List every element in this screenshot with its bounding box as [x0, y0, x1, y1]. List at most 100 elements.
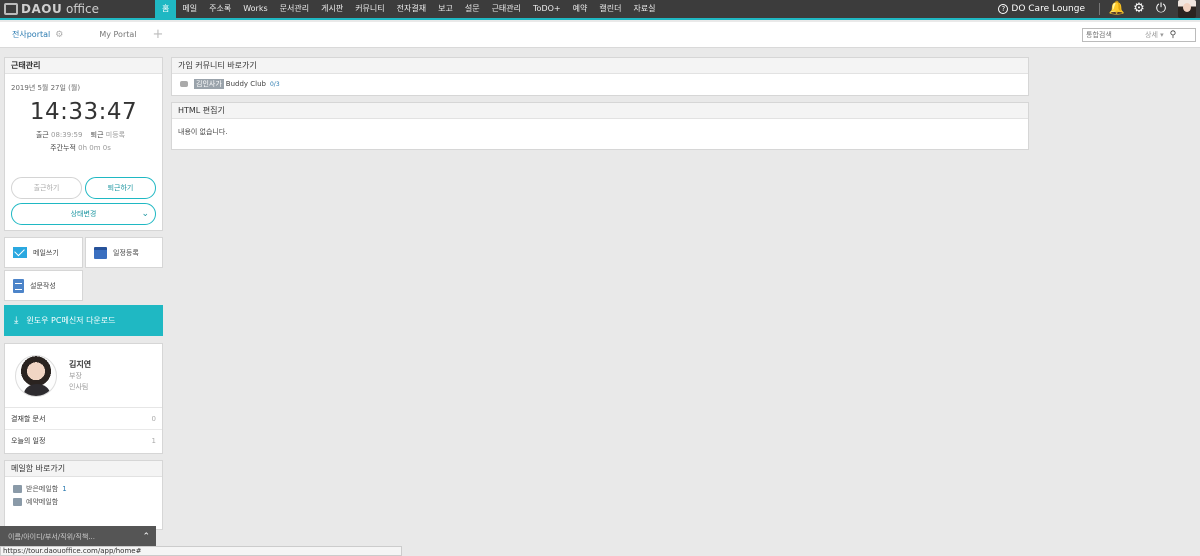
portal-tab-bar: 전사portal ⚙ My Portal + 상세 ▾ ⚲ [0, 22, 1200, 48]
inbox-count: 1 [62, 484, 67, 493]
checkout-value: 미등록 [105, 131, 126, 139]
tab-my-portal-label: My Portal [99, 30, 137, 39]
weekly-label: 주간누적 [50, 144, 76, 152]
checkin-value: 08:39:59 [50, 131, 83, 139]
write-survey-button[interactable]: 설문작성 [4, 270, 83, 301]
write-mail-label: 메일쓰기 [33, 248, 59, 257]
menu-item-todo[interactable]: ToDO+ [527, 0, 567, 19]
menu-item-mail[interactable]: 메일 [176, 0, 203, 19]
profile-panel: 김지연 부장 인사팀 결재할 문서 0 오늘의 일정 1 [4, 343, 163, 454]
search-input[interactable] [1083, 30, 1145, 39]
write-survey-label: 설문작성 [30, 281, 56, 290]
messenger-search-bar[interactable]: 이름/아이디/부서/직위/직책... ⌃ [0, 526, 156, 548]
menu-item-approval[interactable]: 전자결재 [391, 0, 432, 19]
notification-bell-icon[interactable]: 🔔 [1106, 0, 1128, 19]
checkin-button[interactable]: 출근하기 [11, 177, 82, 199]
community-count: 0/3 [269, 80, 280, 88]
add-tab-plus-icon[interactable]: + [153, 27, 164, 42]
browser-status-url: https://tour.daouoffice.com/app/home# [0, 546, 402, 556]
pending-approval-row[interactable]: 결재할 문서 0 [5, 408, 162, 430]
weekly-value: 0h 0m 0s [78, 144, 111, 152]
scheduled-mail-icon [13, 497, 22, 506]
integrated-search: 상세 ▾ ⚲ [1082, 27, 1196, 42]
menu-item-board[interactable]: 게시판 [315, 0, 349, 19]
mailbox-inbox[interactable]: 받은메일함 1 [5, 482, 162, 495]
care-lounge-label: DO Care Lounge [1011, 4, 1085, 14]
search-detail-toggle[interactable]: 상세 ▾ [1145, 30, 1164, 40]
calendar-icon [94, 246, 107, 259]
html-editor-empty: 내용이 없습니다. [178, 128, 228, 136]
mail-icon [13, 247, 27, 258]
status-change-button[interactable]: 상태변경 ⌄ [11, 203, 156, 225]
mailbox-title: 메일함 바로가기 [5, 461, 162, 477]
logo[interactable]: DAOU office [0, 2, 155, 16]
scheduled-mail-label: 예약메일함 [26, 497, 59, 506]
checkin-checkout-summary: 출근 08:39:59 퇴근 미등록 [5, 130, 162, 140]
community-name: Buddy Club [225, 80, 266, 88]
care-lounge-link[interactable]: ? DO Care Lounge [998, 4, 1085, 14]
add-schedule-button[interactable]: 일정등록 [85, 237, 163, 268]
checkout-button[interactable]: 퇴근하기 [85, 177, 156, 199]
survey-icon [13, 278, 24, 293]
chevron-up-icon[interactable]: ⌃ [142, 532, 150, 542]
menu-item-survey[interactable]: 설문 [459, 0, 486, 19]
tab-company-portal-label: 전사portal [12, 30, 51, 39]
search-icon[interactable]: ⚲ [1170, 30, 1177, 40]
gear-icon[interactable]: ⚙ [1128, 0, 1150, 19]
messenger-search-placeholder: 이름/아이디/부서/직위/직책... [8, 533, 95, 541]
today-schedule-count: 1 [151, 437, 156, 445]
pending-approval-label: 결재할 문서 [11, 415, 46, 423]
community-title: 가입 커뮤니티 바로가기 [172, 58, 1028, 74]
community-item[interactable]: 김인사가 Buddy Club 0/3 [172, 74, 1028, 94]
add-schedule-label: 일정등록 [113, 248, 139, 257]
write-mail-button[interactable]: 메일쓰기 [4, 237, 83, 268]
weekly-total: 주간누적 0h 0m 0s [5, 143, 162, 153]
html-editor-panel: HTML 편집기 내용이 없습니다. [171, 102, 1029, 150]
profile-info: 김지연 부장 인사팀 [69, 359, 91, 392]
logo-icon [4, 3, 18, 15]
menu-item-attendance[interactable]: 근태관리 [486, 0, 527, 19]
profile-photo[interactable] [15, 354, 57, 397]
menu-item-documents[interactable]: 문서관리 [274, 0, 315, 19]
attendance-title: 근태관리 [5, 58, 162, 74]
profile-header: 김지연 부장 인사팀 [5, 344, 162, 408]
messenger-download-label: 윈도우 PC메신저 다운로드 [26, 316, 116, 325]
tab-my-portal[interactable]: My Portal [87, 30, 148, 39]
inbox-label: 받은메일함 [26, 484, 59, 493]
menu-item-reservation[interactable]: 예약 [567, 0, 594, 19]
nav-right: ? DO Care Lounge 🔔 ⚙ ⏻ [998, 0, 1200, 19]
menu-item-contacts[interactable]: 주소록 [203, 0, 237, 19]
today-schedule-row[interactable]: 오늘의 일정 1 [5, 430, 162, 452]
attendance-date: 2019년 5월 27일 (월) [11, 84, 81, 92]
profile-team: 인사팀 [69, 383, 89, 391]
community-tag: 김인사가 [194, 79, 224, 89]
menu-item-community[interactable]: 커뮤니티 [349, 0, 390, 19]
messenger-download-button[interactable]: ⤓ 윈도우 PC메신저 다운로드 [4, 305, 163, 336]
user-avatar[interactable] [1178, 0, 1196, 18]
html-editor-title: HTML 편집기 [172, 103, 1028, 119]
pending-approval-count: 0 [151, 415, 156, 423]
download-icon: ⤓ [14, 315, 19, 326]
menu-item-report[interactable]: 보고 [432, 0, 459, 19]
attendance-panel: 근태관리 2019년 5월 27일 (월) 14:33:47 출근 08:39:… [4, 57, 163, 231]
profile-name[interactable]: 김지연 [69, 359, 91, 370]
menu-item-calendar[interactable]: 캘린더 [593, 0, 627, 19]
chevron-down-icon: ⌄ [141, 209, 149, 219]
power-icon[interactable]: ⏻ [1150, 0, 1172, 19]
logo-brand: DAOU [21, 2, 63, 16]
mailbox-scheduled[interactable]: 예약메일함 [5, 495, 162, 508]
today-schedule-label: 오늘의 일정 [11, 437, 46, 445]
menu-item-works[interactable]: Works [237, 0, 273, 19]
tab-company-portal[interactable]: 전사portal ⚙ [0, 29, 75, 40]
tab-settings-gear-icon[interactable]: ⚙ [55, 30, 63, 40]
help-icon: ? [998, 4, 1009, 14]
inbox-icon [13, 484, 22, 493]
status-change-label: 상태변경 [70, 210, 97, 218]
checkout-label: 퇴근 [90, 131, 104, 139]
community-shortcut-panel: 가입 커뮤니티 바로가기 김인사가 Buddy Club 0/3 [171, 57, 1029, 96]
menu-item-archive[interactable]: 자료실 [627, 0, 661, 19]
checkin-label: 출근 [35, 131, 49, 139]
menu-item-home[interactable]: 홈 [155, 0, 177, 19]
mailbox-shortcut-panel: 메일함 바로가기 받은메일함 1 예약메일함 [4, 460, 163, 530]
nav-divider [1099, 3, 1100, 15]
